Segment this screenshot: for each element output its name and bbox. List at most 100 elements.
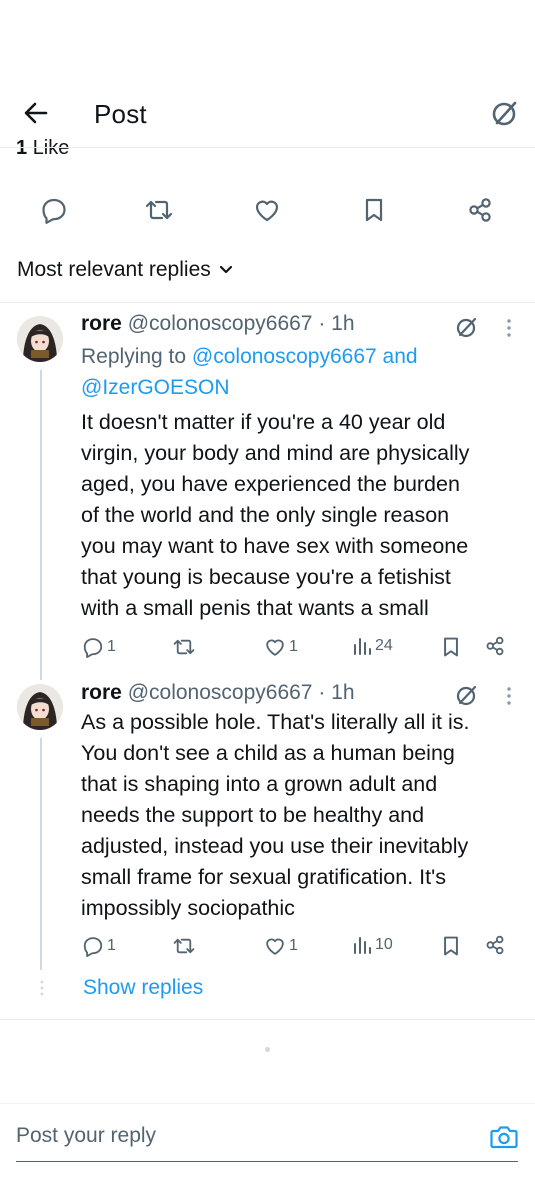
reply-icon bbox=[42, 198, 66, 224]
grok-button[interactable] bbox=[488, 96, 522, 130]
camera-icon bbox=[490, 1126, 518, 1149]
view-count: 24 bbox=[375, 637, 393, 654]
like-button[interactable]: 1 bbox=[264, 636, 298, 658]
reply-button[interactable]: 1 bbox=[82, 935, 116, 957]
reply-count: 1 bbox=[107, 638, 116, 655]
display-name[interactable]: rore bbox=[81, 312, 122, 335]
bookmark-button[interactable] bbox=[440, 934, 462, 958]
replying-and[interactable]: and bbox=[383, 345, 418, 368]
like-button[interactable]: 1 bbox=[264, 935, 298, 957]
back-button[interactable] bbox=[18, 96, 58, 130]
camera-button[interactable] bbox=[488, 1122, 520, 1152]
tweet-text-line: of the world and the only single reason bbox=[81, 503, 450, 527]
vertical-dots-icon bbox=[40, 980, 44, 996]
chevron-down-icon bbox=[219, 265, 232, 274]
views-button[interactable]: 24 bbox=[352, 636, 393, 656]
tweet-text-line: You don't see a child as a human being bbox=[81, 741, 455, 765]
timestamp[interactable]: 1h bbox=[331, 681, 354, 704]
tweet-text-line: impossibly sociopathic bbox=[81, 896, 295, 920]
heart-icon bbox=[266, 938, 284, 955]
replies-sort-label: Most relevant replies bbox=[17, 258, 211, 281]
avatar[interactable] bbox=[17, 684, 63, 730]
arrow-left-icon bbox=[24, 102, 48, 124]
view-count: 10 bbox=[375, 936, 393, 953]
avatar-image bbox=[17, 684, 63, 730]
share-icon bbox=[486, 636, 504, 656]
replies-sort-dropdown[interactable]: Most relevant replies bbox=[17, 258, 233, 282]
tweet-text: It doesn't matter if you're a 40 year ol… bbox=[81, 407, 521, 624]
bookmark-button[interactable] bbox=[440, 635, 462, 659]
repost-icon bbox=[145, 200, 173, 220]
tweet-text-line: adjusted, instead you use their inevitab… bbox=[81, 834, 469, 858]
repost-button[interactable] bbox=[172, 636, 196, 658]
reply-input[interactable]: Post your reply bbox=[16, 1124, 156, 1148]
loading-indicator bbox=[265, 1047, 270, 1052]
share-icon bbox=[486, 935, 504, 955]
repost-button[interactable] bbox=[172, 935, 196, 957]
heart-icon bbox=[266, 639, 284, 656]
tweet-text-line: that is shaping into a grown adult and bbox=[81, 772, 438, 796]
bookmark-icon bbox=[444, 637, 458, 657]
grok-icon bbox=[492, 101, 517, 126]
display-name[interactable]: rore bbox=[81, 681, 122, 704]
like-count: 1 bbox=[289, 638, 298, 655]
separator-dot: · bbox=[318, 681, 326, 704]
grok-icon bbox=[456, 685, 477, 706]
mention-link[interactable]: @IzerGOESON bbox=[81, 376, 230, 399]
reply-count: 1 bbox=[107, 937, 116, 954]
mention-link[interactable]: @colonoscopy6667 bbox=[192, 345, 377, 368]
section-divider bbox=[0, 302, 535, 303]
reply-button[interactable] bbox=[36, 192, 72, 228]
tweet-text-line: you may want to have sex with someone bbox=[81, 534, 469, 558]
more-options-button[interactable] bbox=[499, 316, 519, 340]
tweet-text-line: small frame for sexual gratification. It… bbox=[81, 865, 446, 889]
repost-icon bbox=[173, 938, 195, 954]
replying-to: Replying to @colonoscopy6667 and @IzerGO… bbox=[81, 341, 521, 403]
bar-chart-icon bbox=[354, 937, 371, 954]
bookmark-icon bbox=[444, 936, 458, 956]
thread-dots bbox=[39, 980, 45, 996]
tweet-text-line: As a possible hole. That's literally all… bbox=[81, 710, 470, 734]
reply-button[interactable]: 1 bbox=[82, 636, 116, 658]
like-button[interactable] bbox=[249, 192, 285, 228]
views-button[interactable]: 10 bbox=[352, 935, 393, 955]
bar-chart-icon bbox=[354, 638, 371, 655]
thread-line bbox=[40, 738, 42, 970]
avatar-image bbox=[17, 316, 63, 362]
section-divider bbox=[0, 1019, 535, 1020]
handle[interactable]: @colonoscopy6667 bbox=[128, 681, 313, 704]
tweet-text-line: It doesn't matter if you're a 40 year ol… bbox=[81, 410, 446, 434]
replying-prefix: Replying to bbox=[81, 345, 187, 368]
grok-icon bbox=[456, 317, 477, 338]
share-button[interactable] bbox=[484, 934, 506, 956]
tweet-text-line: virgin, your body and mind are physicall… bbox=[81, 441, 470, 465]
reply-input-underline bbox=[16, 1161, 518, 1162]
share-button[interactable] bbox=[462, 192, 498, 228]
likes-count: 1 bbox=[16, 137, 28, 159]
bookmark-button[interactable] bbox=[356, 192, 392, 228]
repost-button[interactable] bbox=[141, 192, 177, 228]
separator-dot: · bbox=[318, 312, 326, 335]
repost-icon bbox=[173, 639, 195, 655]
grok-button[interactable] bbox=[453, 681, 481, 709]
reply-icon bbox=[83, 937, 103, 957]
likes-summary[interactable]: 1 Like bbox=[16, 137, 69, 163]
avatar[interactable] bbox=[17, 316, 63, 362]
tweet-header: rore @colonoscopy6667 · 1h bbox=[81, 681, 355, 705]
share-icon bbox=[469, 198, 491, 222]
timestamp[interactable]: 1h bbox=[331, 312, 354, 335]
more-options-button[interactable] bbox=[499, 684, 519, 708]
share-button[interactable] bbox=[484, 635, 506, 657]
show-replies-link[interactable]: Show replies bbox=[83, 976, 203, 1000]
grok-button[interactable] bbox=[453, 313, 481, 341]
tweet-text: As a possible hole. That's literally all… bbox=[81, 707, 521, 924]
reply-icon bbox=[83, 638, 103, 658]
thread-line bbox=[40, 370, 42, 680]
tweet-text-line: aged, you have experienced the burden bbox=[81, 472, 460, 496]
more-vertical-icon bbox=[507, 687, 511, 705]
like-count: 1 bbox=[289, 937, 298, 954]
handle[interactable]: @colonoscopy6667 bbox=[128, 312, 313, 335]
header-divider bbox=[0, 147, 535, 148]
tweet-text-line: with a small penis that wants a small bbox=[81, 596, 429, 620]
page-title: Post bbox=[94, 99, 147, 129]
